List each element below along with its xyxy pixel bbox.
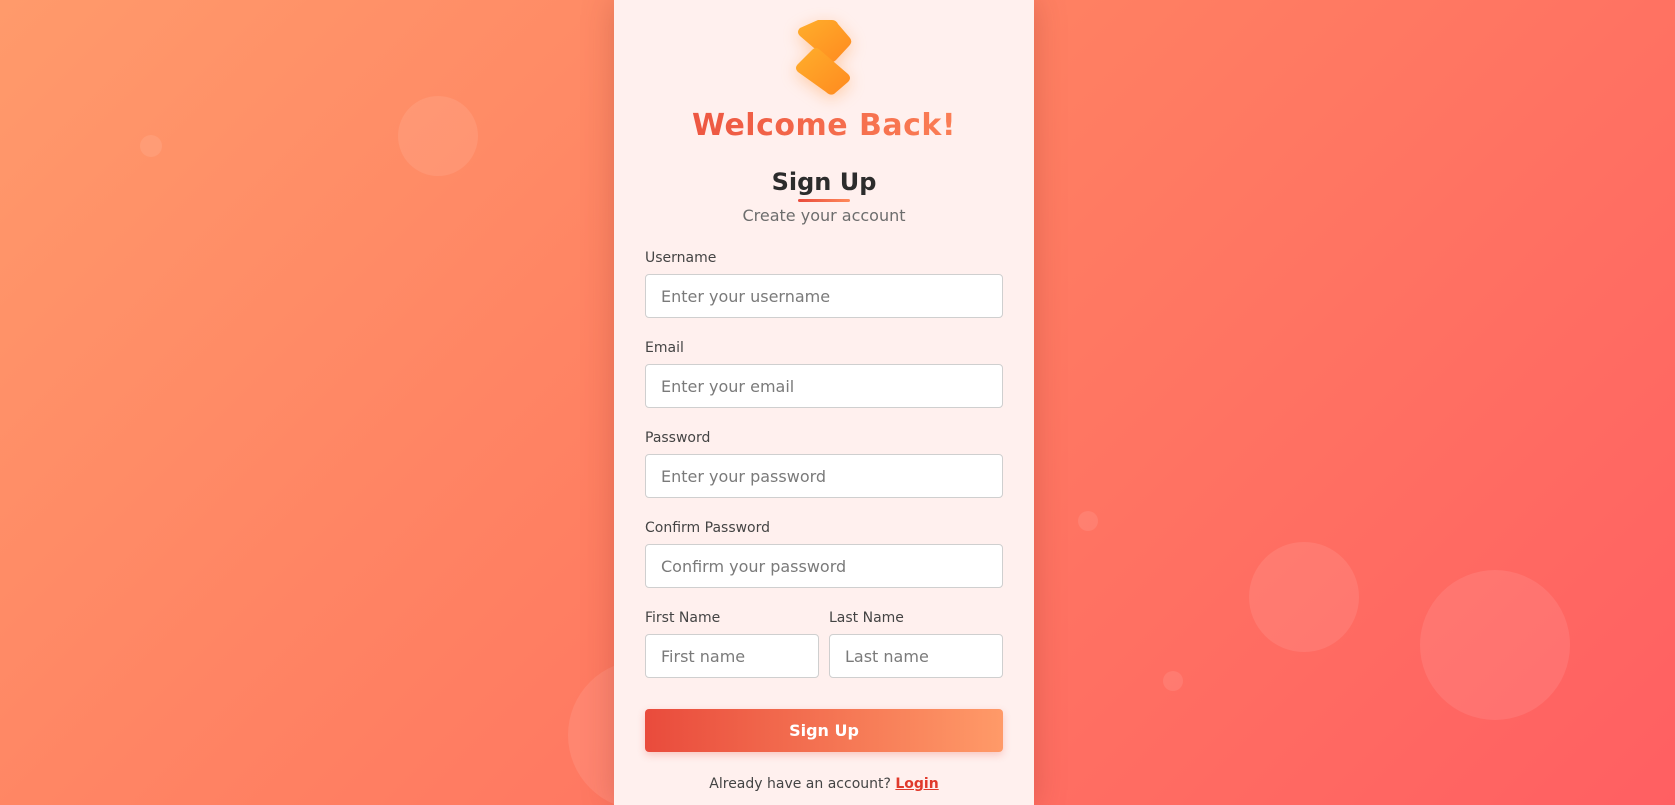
username-input[interactable] [645, 274, 1003, 318]
decorative-bubble [140, 135, 162, 157]
diagonal-bars-logo-icon [796, 20, 852, 95]
confirm-password-label: Confirm Password [645, 520, 771, 536]
decorative-bubble [1078, 511, 1098, 531]
sign-up-button[interactable]: Sign Up [645, 709, 1003, 752]
decorative-bubble [398, 96, 478, 176]
decorative-bubble [1163, 671, 1183, 691]
login-link[interactable]: Login [895, 776, 938, 792]
email-label: Email [645, 340, 684, 356]
decorative-bubble [1420, 570, 1570, 720]
signup-card: Welcome Back! Sign Up Create your accoun… [614, 0, 1034, 805]
welcome-heading: Welcome Back! [614, 108, 1034, 143]
password-input[interactable] [645, 454, 1003, 498]
first-name-input[interactable] [645, 634, 819, 678]
username-label: Username [645, 250, 717, 266]
email-input[interactable] [645, 364, 1003, 408]
title-underline [798, 199, 850, 202]
last-name-input[interactable] [829, 634, 1003, 678]
form-title: Sign Up [771, 168, 877, 196]
last-name-label: Last Name [829, 610, 904, 626]
login-prompt-text: Already have an account? [709, 776, 891, 792]
first-name-label: First Name [645, 610, 721, 626]
confirm-password-input[interactable] [645, 544, 1003, 588]
decorative-bubble [1249, 542, 1359, 652]
login-prompt: Already have an account? Login [614, 776, 1034, 792]
password-label: Password [645, 430, 711, 446]
form-subtitle: Create your account [742, 206, 906, 225]
